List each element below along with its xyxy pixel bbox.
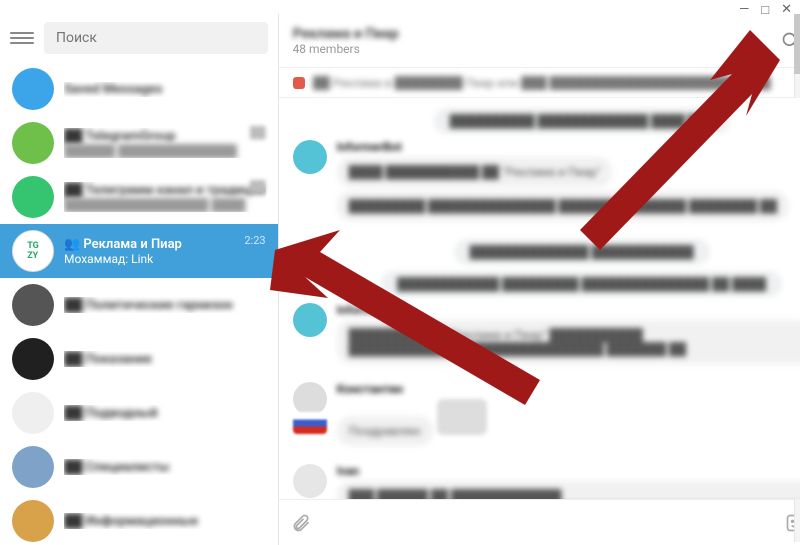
message-bubble: Поздравляю bbox=[337, 416, 433, 446]
avatar bbox=[12, 446, 54, 488]
pinned-message-bar[interactable]: ██ Реклама в ████████ Пиар или ███ █████… bbox=[279, 68, 800, 98]
search-input[interactable] bbox=[44, 22, 268, 54]
chat-header: Реклама и Пиар 48 members bbox=[279, 14, 800, 68]
chat-item-title: ██ Специалисты bbox=[64, 459, 266, 475]
chat-item-preview: ██████ ██████████████ bbox=[64, 144, 266, 158]
avatar bbox=[12, 338, 54, 380]
avatar bbox=[293, 464, 327, 498]
flag-icon bbox=[293, 412, 327, 434]
message-row: InformerBot ████ ███████████ ██ "Реклама… bbox=[293, 140, 800, 225]
chat-list-item[interactable]: ██ Показание bbox=[0, 332, 278, 386]
system-message: ████████████ █████████ ███████████████ █… bbox=[381, 271, 782, 297]
chat-list-item[interactable]: ██ Политические гарнизон bbox=[0, 278, 278, 332]
chat-item-title: ██ Информационные bbox=[64, 513, 266, 529]
pinned-text: ██ Реклама в ████████ Пиар или ███ █████… bbox=[313, 76, 800, 90]
chat-item-time: ██ bbox=[250, 180, 266, 193]
chat-list-item[interactable]: ██ Информационные bbox=[0, 494, 278, 545]
chat-subtitle: 48 members bbox=[293, 42, 399, 56]
chat-item-title: ██ TelegramGroup bbox=[64, 128, 266, 144]
avatar bbox=[293, 140, 327, 174]
chat-list-item[interactable]: ██ Специалисты bbox=[0, 440, 278, 494]
scrollbar-thumb[interactable] bbox=[794, 14, 800, 74]
chat-item-title: ██ Телеграмм канал и традиции bbox=[64, 182, 266, 198]
avatar: TGZY bbox=[12, 230, 54, 272]
avatar bbox=[12, 392, 54, 434]
message-bubble: ███ ██████ ██ █████████████ ████████████… bbox=[337, 481, 800, 499]
maximize-button[interactable]: □ bbox=[761, 2, 769, 18]
message-sender: InformerBot bbox=[337, 303, 800, 317]
chat-item-title: Saved Messages bbox=[64, 82, 266, 97]
avatar bbox=[12, 500, 54, 542]
message-bubble: ████ ███████████ ██ "Реклама и Пиар" bbox=[337, 157, 613, 187]
chat-list-item[interactable]: TGZY Реклама и Пиар Мохаммад: Link 2:23 bbox=[0, 224, 278, 278]
chat-item-title: ██ Показание bbox=[64, 351, 266, 367]
chat-list-item[interactable]: Saved Messages bbox=[0, 62, 278, 116]
message-list: ██████████ █████████████ ████ ███ Inform… bbox=[279, 98, 800, 499]
message-row: InformerBot █████████ ██ "Реклама и Пиар… bbox=[293, 303, 800, 368]
avatar bbox=[293, 303, 327, 337]
message-composer bbox=[279, 499, 800, 545]
main-panel: Реклама и Пиар 48 members ██ Реклама в █… bbox=[279, 14, 800, 545]
minimize-button[interactable]: — bbox=[739, 2, 749, 18]
chat-item-title: ██ Подводный bbox=[64, 405, 266, 421]
avatar bbox=[293, 382, 327, 416]
attach-icon[interactable] bbox=[291, 513, 311, 533]
chat-item-preview: Мохаммад: Link bbox=[64, 252, 266, 266]
system-message: ██████████ █████████████ ████ ███ bbox=[434, 108, 730, 134]
chat-list-item[interactable]: ██ Подводный bbox=[0, 386, 278, 440]
attachment-thumbnail[interactable] bbox=[437, 399, 487, 435]
message-row: Ivan ███ ██████ ██ █████████████ ███████… bbox=[293, 464, 800, 499]
avatar bbox=[12, 122, 54, 164]
message-sender: InformerBot bbox=[337, 140, 800, 154]
avatar bbox=[12, 284, 54, 326]
message-sender: Ivan bbox=[337, 464, 800, 478]
chat-item-title: Реклама и Пиар bbox=[64, 237, 266, 252]
message-bubble: █████████ ███████████████ ██████████████… bbox=[337, 191, 790, 221]
message-bubble: █████████ ██ "Реклама и Пиар" ██████████… bbox=[337, 320, 800, 364]
message-row: Константин Поздравляю bbox=[293, 382, 800, 450]
message-sender: Константин bbox=[337, 382, 800, 396]
chat-item-time: 2:23 bbox=[244, 234, 265, 247]
close-button[interactable]: ✕ bbox=[781, 2, 792, 18]
avatar bbox=[12, 176, 54, 218]
chat-item-preview: █████████████████ ████ bbox=[64, 198, 266, 212]
pin-badge-icon bbox=[293, 77, 305, 89]
chat-list: Saved Messages ██ TelegramGroup ██████ █… bbox=[0, 62, 278, 545]
chat-title[interactable]: Реклама и Пиар bbox=[293, 26, 399, 42]
chat-list-item[interactable]: ██ Телеграмм канал и традиции ██████████… bbox=[0, 170, 278, 224]
window-controls: — □ ✕ bbox=[739, 0, 800, 18]
hamburger-menu-button[interactable] bbox=[10, 26, 34, 50]
chat-item-title: ██ Политические гарнизон bbox=[64, 297, 266, 313]
chat-list-item[interactable]: ██ TelegramGroup ██████ ██████████████ █… bbox=[0, 116, 278, 170]
system-message: ██████████████ ████████████ bbox=[454, 239, 710, 265]
avatar bbox=[12, 68, 54, 110]
chat-item-time: ██ bbox=[250, 126, 266, 139]
sidebar: Saved Messages ██ TelegramGroup ██████ █… bbox=[0, 14, 279, 545]
